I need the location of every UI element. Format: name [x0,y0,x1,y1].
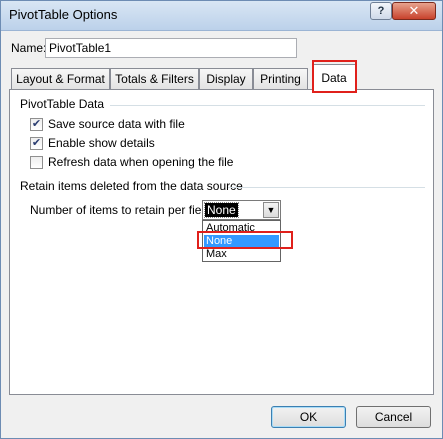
close-button[interactable]: ✕ [392,2,436,20]
title-bar: PivotTable Options ? ✕ [1,1,442,31]
name-field[interactable] [45,38,297,58]
name-label: Name: [11,41,47,55]
ok-button[interactable]: OK [271,406,346,428]
tab-totals-filters[interactable]: Totals & Filters [110,68,199,89]
tab-layout-format[interactable]: Layout & Format [11,68,110,89]
enable-show-details-label: Enable show details [48,136,155,150]
dropdown-arrow-icon[interactable]: ▼ [263,202,279,218]
help-icon: ? [377,5,385,17]
save-source-data-checkbox[interactable]: ✔ [30,117,43,131]
cancel-button[interactable]: Cancel [356,406,431,428]
retain-items-heading: Retain items deleted from the data sourc… [20,179,243,193]
tab-display[interactable]: Display [199,68,253,89]
retain-items-selected-value: None [204,202,239,218]
tab-printing[interactable]: Printing [253,68,308,89]
refresh-on-open-checkbox[interactable] [30,155,43,169]
retain-items-label: Number of items to retain per field: [30,203,215,217]
section-divider [228,187,425,188]
retain-items-select[interactable]: None ▼ [202,200,281,220]
window-title: PivotTable Options [9,7,118,22]
dropdown-option-none[interactable]: None [204,235,279,248]
data-tab-panel: PivotTable Data ✔ Save source data with … [9,89,434,395]
dropdown-option-max[interactable]: Max [204,248,279,261]
pivottable-data-heading: PivotTable Data [20,97,105,111]
checkmark-icon: ✔ [31,117,42,130]
enable-show-details-option[interactable]: ✔ Enable show details [30,135,155,151]
refresh-on-open-option[interactable]: Refresh data when opening the file [30,154,233,170]
pivottable-options-dialog: PivotTable Options ? ✕ Name: Layout & Fo… [0,0,443,439]
save-source-data-option[interactable]: ✔ Save source data with file [30,116,185,132]
enable-show-details-checkbox[interactable]: ✔ [30,136,43,150]
dropdown-option-automatic[interactable]: Automatic [204,222,279,235]
save-source-data-label: Save source data with file [48,117,185,131]
section-divider [110,105,425,106]
help-button[interactable]: ? [370,2,392,20]
close-icon: ✕ [408,3,420,18]
retain-items-dropdown-list: Automatic None Max [202,220,281,262]
refresh-on-open-label: Refresh data when opening the file [48,155,234,169]
tab-data[interactable]: Data [312,64,356,90]
checkmark-icon: ✔ [31,136,42,149]
